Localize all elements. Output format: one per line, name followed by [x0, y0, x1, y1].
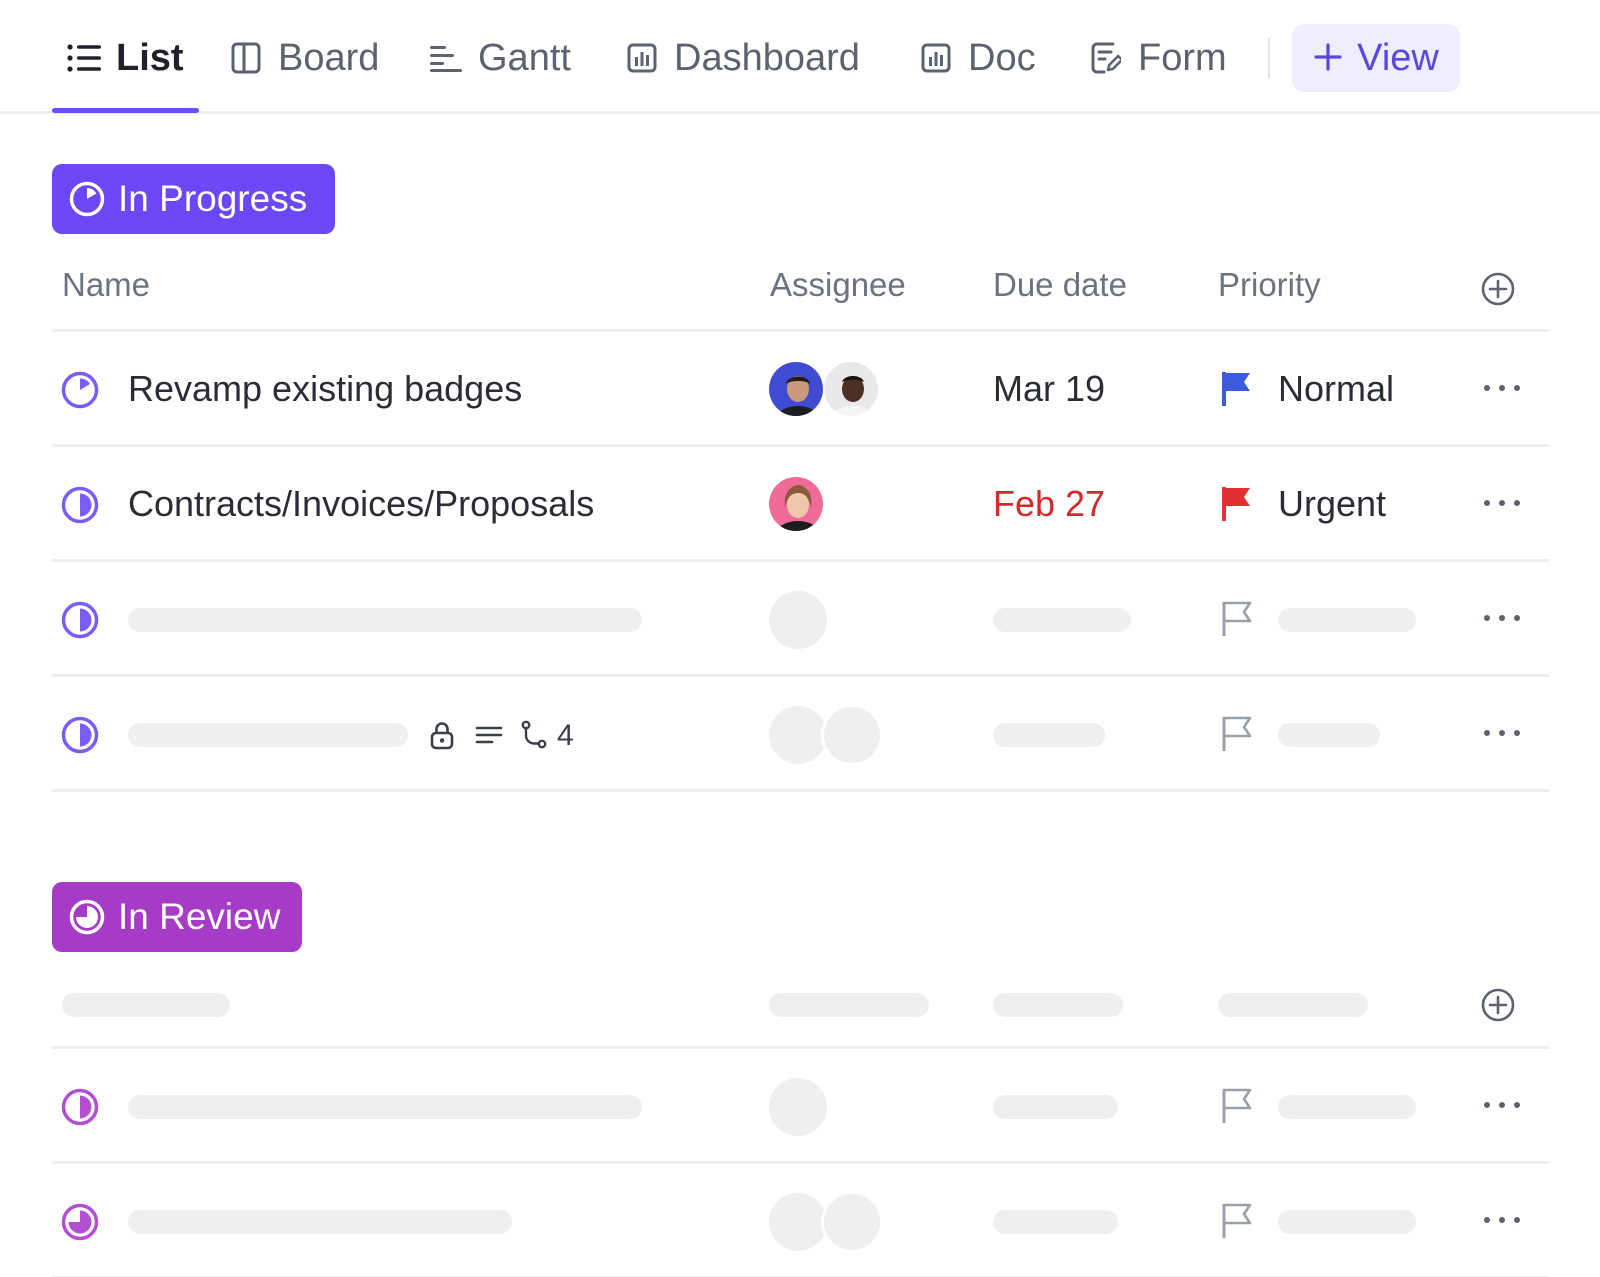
table-row[interactable]: [0, 562, 1600, 674]
table-row[interactable]: [0, 1164, 1600, 1276]
avatar[interactable]: [822, 360, 880, 418]
skeleton-avatar: [769, 706, 827, 764]
skeleton-due-date: [993, 1210, 1118, 1234]
in-progress-status-icon[interactable]: [60, 715, 100, 755]
form-icon: [1088, 40, 1124, 76]
tab-form[interactable]: Form: [1088, 30, 1227, 86]
skeleton-due-date: [993, 1095, 1118, 1119]
dashboard-icon: [624, 40, 660, 76]
skeleton-priority: [1278, 723, 1380, 747]
description-icon: [475, 726, 503, 744]
more-options-icon[interactable]: [1484, 500, 1520, 510]
tab-dashboard[interactable]: Dashboard: [624, 30, 860, 86]
subtask-count: 4: [557, 719, 574, 752]
skeleton-column-header: [62, 993, 230, 1017]
table-row[interactable]: Revamp existing badges Mar 19 Normal: [0, 332, 1600, 444]
priority-label[interactable]: Urgent: [1278, 483, 1386, 525]
skeleton-priority: [1278, 608, 1416, 632]
table-row[interactable]: 4: [0, 677, 1600, 789]
flag-outline-icon[interactable]: [1220, 715, 1256, 751]
add-column-icon[interactable]: [1480, 271, 1516, 307]
lock-icon: [430, 722, 454, 750]
skeleton-task-name: [128, 1095, 642, 1119]
tab-divider: [1268, 38, 1270, 78]
in-review-status-icon: [68, 898, 106, 936]
column-header-priority[interactable]: Priority: [1218, 266, 1321, 304]
skeleton-avatar: [769, 1193, 827, 1251]
doc-icon: [918, 40, 954, 76]
due-date[interactable]: Mar 19: [993, 368, 1105, 410]
tab-label: Form: [1138, 36, 1227, 79]
view-tab-bar: List Board Gantt Dashboard Doc Form View: [0, 0, 1600, 114]
column-header-due-date[interactable]: Due date: [993, 266, 1127, 304]
skeleton-due-date: [993, 723, 1105, 747]
table-row[interactable]: Contracts/Invoices/Proposals Feb 27 Urge…: [0, 447, 1600, 559]
more-options-icon[interactable]: [1484, 1217, 1520, 1227]
tab-gantt[interactable]: Gantt: [428, 30, 571, 86]
board-icon: [228, 40, 264, 76]
add-column-icon[interactable]: [1480, 987, 1516, 1023]
in-review-status-icon[interactable]: [60, 1087, 100, 1127]
table-row[interactable]: [0, 1049, 1600, 1161]
skeleton-column-header: [769, 993, 929, 1017]
status-group-label: In Review: [118, 896, 281, 937]
skeleton-task-name: [128, 723, 408, 747]
tab-label: Dashboard: [674, 36, 860, 79]
in-progress-status-icon[interactable]: [60, 600, 100, 640]
gantt-icon: [428, 40, 464, 76]
tab-list[interactable]: List: [66, 30, 184, 86]
due-date[interactable]: Feb 27: [993, 483, 1105, 525]
avatar[interactable]: [767, 475, 825, 533]
column-header-assignee[interactable]: Assignee: [770, 266, 906, 304]
more-options-icon[interactable]: [1484, 1102, 1520, 1112]
list-icon: [66, 40, 102, 76]
in-progress-status-icon[interactable]: [60, 370, 100, 410]
skeleton-avatar: [821, 1191, 883, 1253]
more-options-icon[interactable]: [1484, 615, 1520, 625]
in-progress-status-icon[interactable]: [60, 485, 100, 525]
flag-outline-icon[interactable]: [1220, 1202, 1256, 1238]
tab-label: Board: [278, 36, 380, 79]
add-view-button[interactable]: View: [1292, 24, 1460, 92]
skeleton-avatar: [821, 704, 883, 766]
task-name[interactable]: Revamp existing badges: [128, 368, 522, 410]
tab-label: Gantt: [478, 36, 571, 79]
flag-icon[interactable]: [1220, 485, 1256, 521]
priority-label[interactable]: Normal: [1278, 368, 1394, 410]
tab-doc[interactable]: Doc: [918, 30, 1036, 86]
flag-icon[interactable]: [1220, 370, 1256, 406]
add-view-label: View: [1357, 36, 1439, 79]
column-header-name[interactable]: Name: [62, 266, 150, 304]
skeleton-avatar: [769, 591, 827, 649]
subtasks-icon: [521, 720, 547, 749]
tab-label: List: [116, 36, 184, 79]
divider: [52, 789, 1549, 792]
active-tab-indicator: [52, 108, 199, 113]
task-name[interactable]: Contracts/Invoices/Proposals: [128, 483, 594, 525]
tab-label: Doc: [968, 36, 1036, 79]
skeleton-priority: [1278, 1095, 1416, 1119]
plus-icon: [1313, 36, 1343, 80]
status-group-in-progress[interactable]: In Progress: [52, 164, 335, 234]
avatar[interactable]: [767, 360, 825, 418]
in-progress-status-icon: [68, 180, 106, 218]
skeleton-avatar: [769, 1078, 827, 1136]
in-review-status-icon[interactable]: [60, 1202, 100, 1242]
status-group-in-review[interactable]: In Review: [52, 882, 302, 952]
skeleton-column-header: [1218, 993, 1368, 1017]
more-options-icon[interactable]: [1484, 730, 1520, 740]
more-options-icon[interactable]: [1484, 385, 1520, 395]
skeleton-task-name: [128, 608, 642, 632]
skeleton-task-name: [128, 1210, 512, 1234]
flag-outline-icon[interactable]: [1220, 600, 1256, 636]
flag-outline-icon[interactable]: [1220, 1087, 1256, 1123]
skeleton-column-header: [993, 993, 1123, 1017]
status-group-label: In Progress: [118, 178, 308, 219]
skeleton-due-date: [993, 608, 1131, 632]
tab-board[interactable]: Board: [228, 30, 379, 86]
skeleton-priority: [1278, 1210, 1416, 1234]
